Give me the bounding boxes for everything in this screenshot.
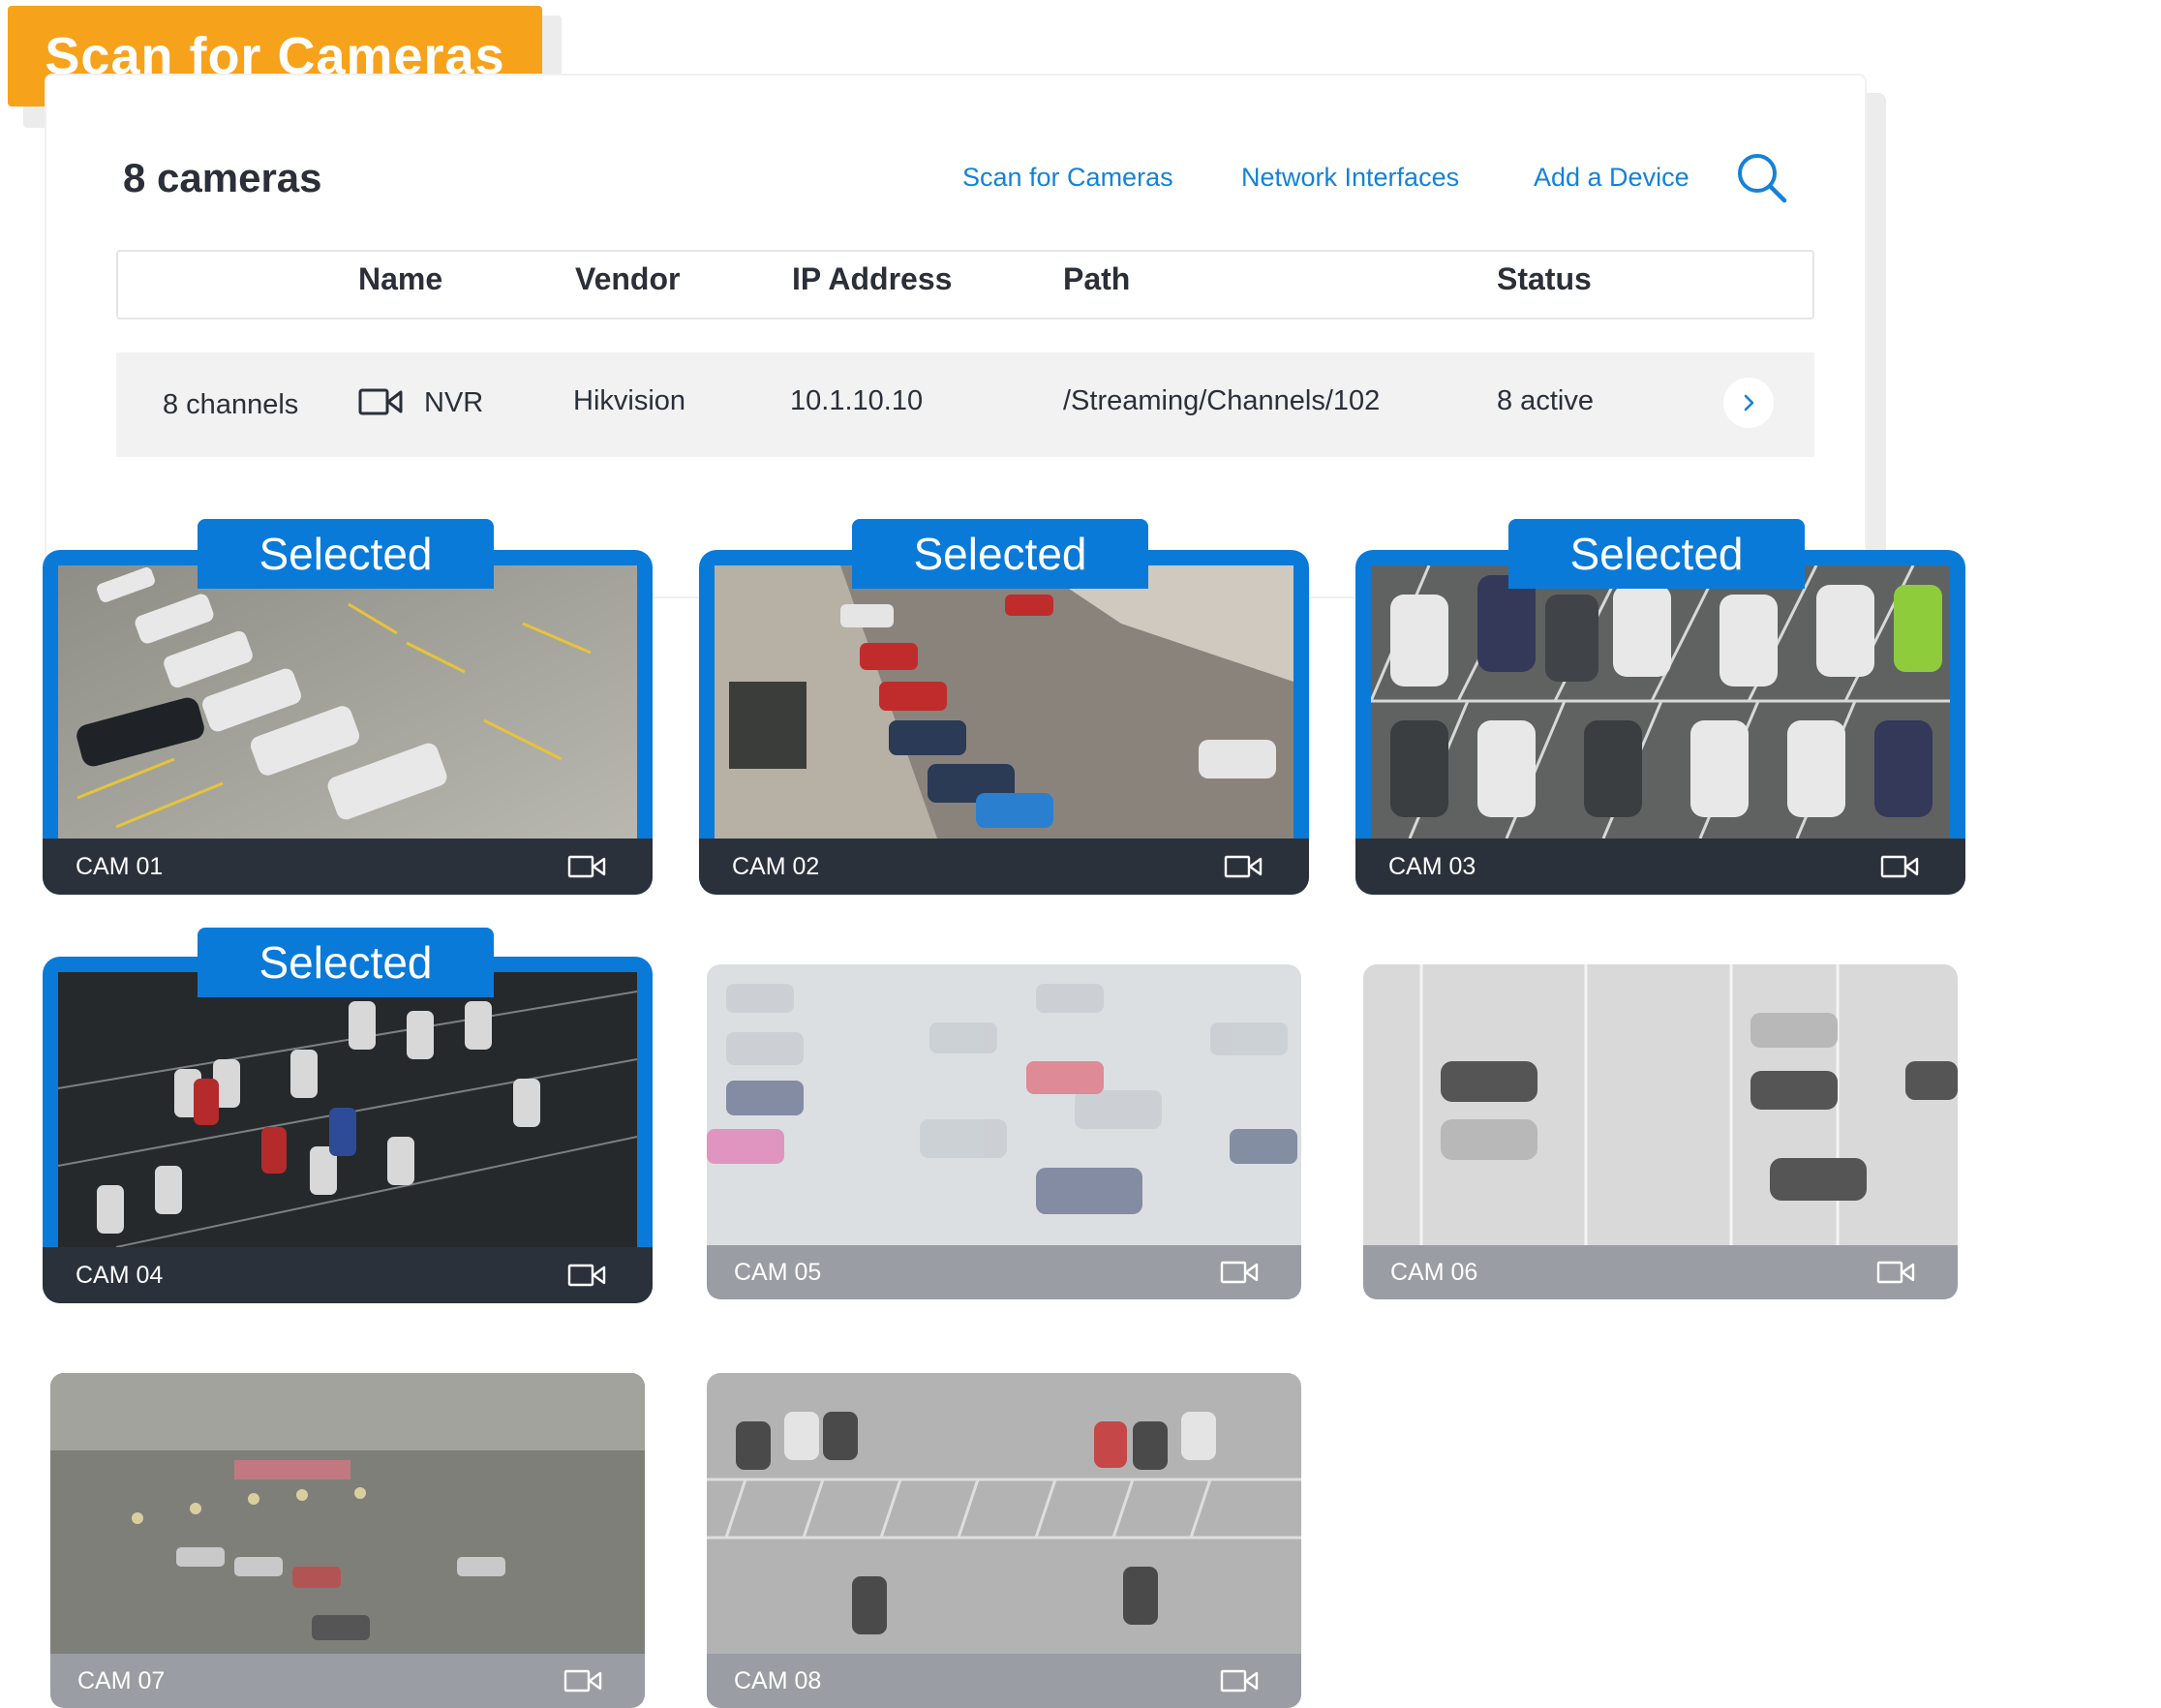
- camera-feed-image: [1371, 565, 1950, 839]
- camera-label: CAM 01: [76, 852, 164, 880]
- video-camera-icon: [1220, 1669, 1259, 1693]
- camera-tile-cam-06[interactable]: CAM 06: [1363, 964, 1958, 1299]
- camera-tile-cam-05[interactable]: CAM 05: [707, 964, 1301, 1299]
- column-name[interactable]: Name: [358, 261, 442, 297]
- video-camera-icon: [563, 1669, 602, 1693]
- selected-tag: Selected: [198, 928, 494, 997]
- camera-tile-cam-03[interactable]: CAM 03: [1355, 550, 1965, 895]
- column-ip-address[interactable]: IP Address: [792, 261, 952, 297]
- search-icon[interactable]: [1735, 151, 1789, 205]
- camera-label-bar: CAM 01: [43, 839, 653, 895]
- video-camera-icon: [1224, 855, 1263, 878]
- camera-count: 8 cameras: [123, 155, 322, 200]
- video-camera-icon: [1876, 1261, 1915, 1284]
- add-device-link[interactable]: Add a Device: [1534, 163, 1689, 193]
- camera-label-bar: CAM 06: [1363, 1245, 1958, 1299]
- video-camera-icon: [1880, 855, 1919, 878]
- column-vendor[interactable]: Vendor: [575, 261, 680, 297]
- camera-feed-image: [58, 972, 637, 1247]
- camera-tile-cam-01[interactable]: CAM 01: [43, 550, 653, 895]
- selected-tag: Selected: [198, 519, 494, 589]
- camera-label: CAM 06: [1390, 1258, 1478, 1286]
- camera-label: CAM 07: [77, 1666, 166, 1694]
- camera-label: CAM 03: [1388, 852, 1476, 880]
- camera-feed-image: [58, 565, 637, 839]
- camera-label: CAM 04: [76, 1261, 164, 1289]
- row-path: /Streaming/Channels/102: [1063, 385, 1381, 416]
- chevron-right-icon[interactable]: [1723, 378, 1774, 428]
- scan-for-cameras-link[interactable]: Scan for Cameras: [962, 163, 1173, 193]
- camera-label: CAM 05: [734, 1258, 822, 1286]
- row-vendor: Hikvision: [573, 385, 686, 416]
- column-path[interactable]: Path: [1063, 261, 1130, 297]
- network-interfaces-link[interactable]: Network Interfaces: [1241, 163, 1459, 193]
- camera-feed-image: [707, 1373, 1301, 1654]
- row-status: 8 active: [1497, 385, 1594, 416]
- video-camera-icon: [358, 387, 403, 416]
- camera-tile-cam-07[interactable]: CAM 07: [50, 1373, 645, 1708]
- camera-label-bar: CAM 02: [699, 839, 1309, 895]
- camera-feed-image: [1363, 964, 1958, 1245]
- camera-label: CAM 08: [734, 1666, 822, 1694]
- camera-feed-image: [715, 565, 1294, 839]
- camera-label-bar: CAM 03: [1355, 839, 1965, 895]
- selected-tag: Selected: [852, 519, 1148, 589]
- camera-label-bar: CAM 08: [707, 1654, 1301, 1708]
- camera-feed-image: [50, 1373, 645, 1654]
- camera-feed-image: [707, 964, 1301, 1245]
- selected-tag: Selected: [1508, 519, 1805, 589]
- camera-label-bar: CAM 07: [50, 1654, 645, 1708]
- video-camera-icon: [567, 855, 606, 878]
- video-camera-icon: [567, 1264, 606, 1287]
- camera-label-bar: CAM 04: [43, 1247, 653, 1303]
- video-camera-icon: [1220, 1261, 1259, 1284]
- camera-label-bar: CAM 05: [707, 1245, 1301, 1299]
- row-name: NVR: [424, 387, 484, 418]
- camera-tile-cam-04[interactable]: CAM 04: [43, 957, 653, 1303]
- row-channels: 8 channels: [163, 389, 299, 420]
- camera-tile-cam-08[interactable]: CAM 08: [707, 1373, 1301, 1708]
- row-ip-address: 10.1.10.10: [790, 385, 924, 416]
- camera-tile-cam-02[interactable]: CAM 02: [699, 550, 1309, 895]
- camera-label: CAM 02: [732, 852, 820, 880]
- column-status[interactable]: Status: [1497, 261, 1592, 297]
